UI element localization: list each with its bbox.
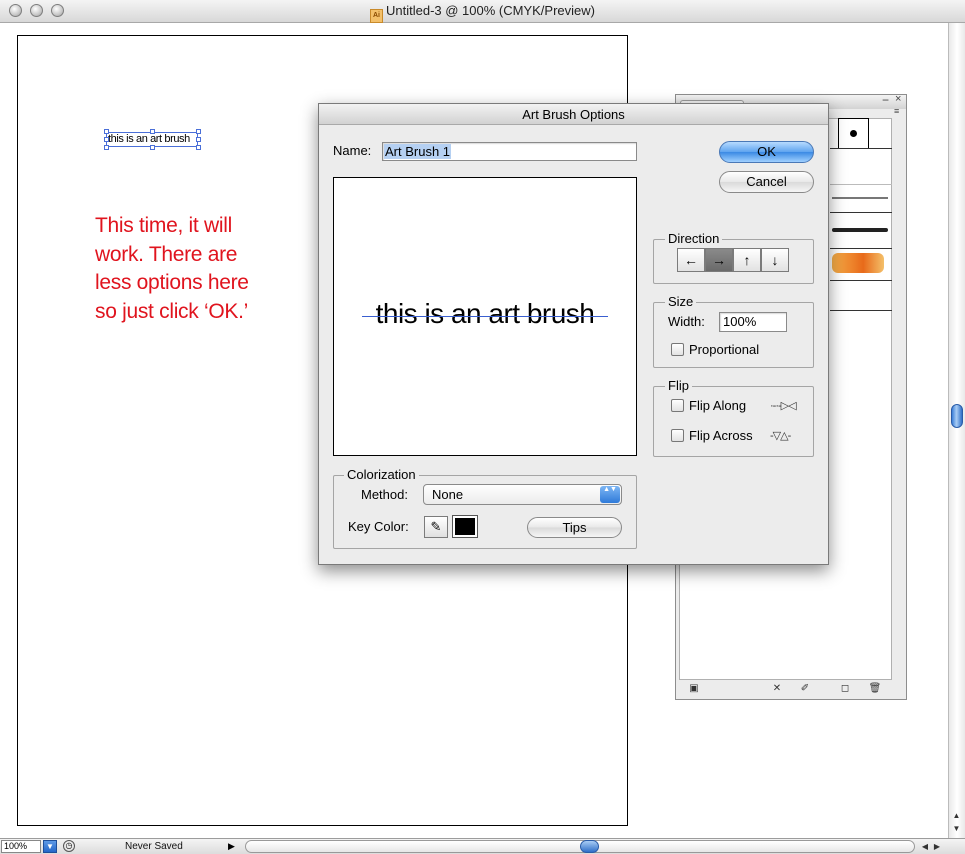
scroll-left-icon[interactable]: ◀ <box>919 840 931 853</box>
tutorial-annotation: This time, it will work. There are less … <box>95 212 295 326</box>
scroll-up-icon[interactable]: ▲ <box>949 810 964 822</box>
selection-handle[interactable] <box>150 129 155 134</box>
dialog-title: Art Brush Options <box>522 107 625 122</box>
status-menu-arrow-icon[interactable]: ▶ <box>228 840 235 853</box>
flip-legend: Flip <box>665 379 692 393</box>
window-title: Ai Untitled-3 @ 100% (CMYK/Preview) <box>0 3 965 23</box>
tips-button[interactable]: Tips <box>527 517 622 538</box>
art-brush-stroke[interactable] <box>832 228 888 232</box>
size-legend: Size <box>665 295 697 309</box>
window-title-text: Untitled-3 @ 100% (CMYK/Preview) <box>386 3 595 18</box>
scroll-down-icon[interactable]: ▼ <box>949 823 964 835</box>
flip-along-checkbox[interactable] <box>671 399 684 412</box>
method-select-value: None <box>432 487 464 502</box>
flip-across-icon: -▽△- <box>770 430 791 442</box>
cancel-button[interactable]: Cancel <box>719 171 814 193</box>
flip-group <box>653 386 814 457</box>
vertical-scroll-thumb[interactable] <box>951 404 963 428</box>
annotation-line: less options here <box>95 271 249 294</box>
brush-name-value[interactable]: Art Brush 1 <box>384 144 452 159</box>
annotation-line: so just click ‘OK.’ <box>95 299 248 323</box>
scroll-right-icon[interactable]: ▶ <box>931 840 943 853</box>
flip-across-checkbox[interactable] <box>671 429 684 442</box>
scatter-brush-stroke[interactable] <box>832 197 888 199</box>
remove-brush-stroke-icon[interactable]: ✕ <box>770 683 784 695</box>
save-status-text: Never Saved <box>125 841 183 852</box>
trash-icon[interactable]: 🗑 <box>868 683 882 695</box>
brush-options-icon[interactable]: ✐ <box>798 683 812 695</box>
selection-handle[interactable] <box>196 129 201 134</box>
eyedropper-icon[interactable]: ✎ <box>424 516 448 538</box>
brush-dot-icon <box>850 130 857 137</box>
flip-across-label: Flip Across <box>689 428 753 443</box>
ok-button[interactable]: OK <box>719 141 814 163</box>
proportional-checkbox[interactable] <box>671 343 684 356</box>
status-clock-icon[interactable]: ◷ <box>63 840 75 852</box>
method-label: Method: <box>361 487 408 502</box>
preview-brush-text: this is an art brush <box>375 298 595 329</box>
annotation-line: This time, it will <box>95 214 232 237</box>
vertical-scrollbar[interactable] <box>948 23 965 838</box>
brush-row-divider <box>830 148 892 149</box>
selection-handle[interactable] <box>104 145 109 150</box>
direction-legend: Direction <box>665 232 723 246</box>
selection-handle[interactable] <box>150 145 155 150</box>
key-color-label: Key Color: <box>348 519 409 534</box>
zoom-dropdown-icon[interactable]: ▼ <box>43 840 57 853</box>
brush-row-divider <box>830 280 892 281</box>
panel-close-icon[interactable]: × <box>895 93 901 105</box>
flip-along-label: Flip Along <box>689 398 747 413</box>
selection-handle[interactable] <box>196 137 201 142</box>
colorization-legend: Colorization <box>344 468 419 482</box>
selection-handle[interactable] <box>104 137 109 142</box>
brush-row-divider <box>830 184 892 185</box>
brush-row-divider <box>830 212 892 213</box>
name-label: Name: <box>333 143 372 158</box>
direction-down-button[interactable]: ↓ <box>761 248 789 272</box>
document-icon: Ai <box>370 9 383 23</box>
panel-menu-icon[interactable]: ≡ <box>894 106 899 116</box>
key-color-swatch[interactable] <box>452 515 478 538</box>
brush-libraries-icon[interactable]: ▣ <box>687 683 701 695</box>
direction-right-button[interactable]: → <box>705 248 733 272</box>
flip-along-icon: ·-·-▷◁ <box>770 400 797 412</box>
width-label: Width: <box>668 314 705 329</box>
zoom-level-field[interactable]: 100% <box>1 840 41 853</box>
selection-handle[interactable] <box>196 145 201 150</box>
annotation-line: work. There are <box>95 242 238 266</box>
key-color-fill <box>455 518 475 535</box>
painted-brush-stroke[interactable] <box>832 253 884 273</box>
width-field[interactable]: 100% <box>719 312 787 332</box>
brush-row-divider <box>830 248 892 249</box>
proportional-label: Proportional <box>689 342 760 357</box>
brush-row-divider <box>830 310 892 311</box>
select-arrows-icon[interactable]: ▲▼ <box>600 486 620 503</box>
panel-minimize-icon[interactable]: − <box>882 93 889 107</box>
horizontal-scroll-thumb[interactable] <box>580 840 599 853</box>
direction-left-button[interactable]: ← <box>677 248 705 272</box>
direction-up-button[interactable]: ↑ <box>733 248 761 272</box>
selection-handle[interactable] <box>104 129 109 134</box>
new-brush-icon[interactable]: ◻ <box>838 683 852 695</box>
preview-path-line <box>362 316 608 317</box>
